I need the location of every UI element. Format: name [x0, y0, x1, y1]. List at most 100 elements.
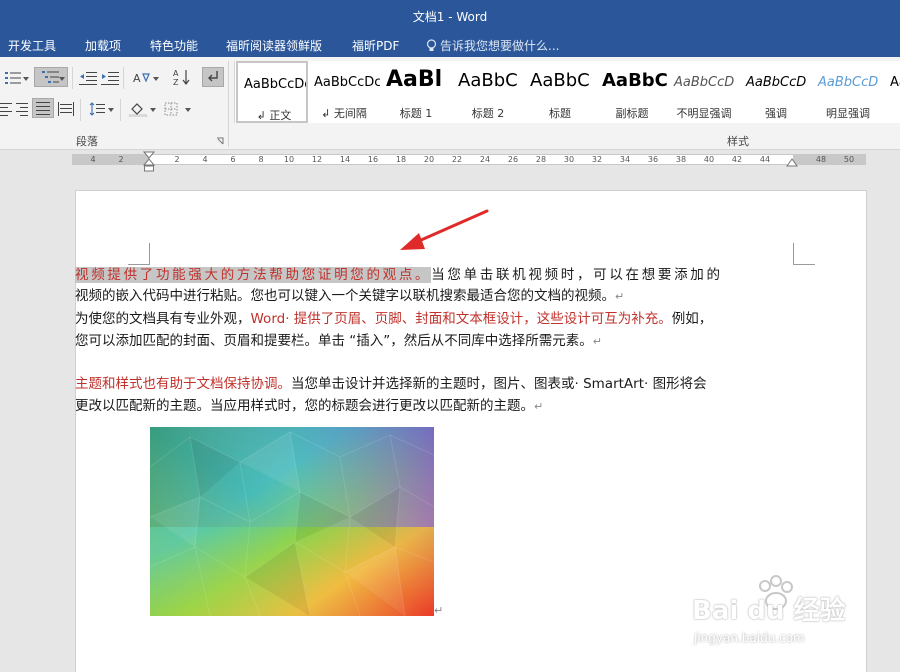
borders-icon	[164, 102, 178, 116]
indent-marker-icon[interactable]	[143, 150, 155, 172]
ruler-number: 24	[479, 155, 491, 164]
borders-dropdown-icon[interactable]	[185, 108, 191, 112]
style-name: 标题	[549, 107, 571, 120]
ruler-number: 38	[675, 155, 687, 164]
ruler-number: 44	[759, 155, 771, 164]
justify-icon	[36, 102, 50, 115]
line-spacing-button[interactable]	[86, 99, 108, 119]
style-normal[interactable]: AaBbCcDc ↲ 正文	[236, 61, 308, 123]
ribbon: A AZ 段落 AaBbCcDc ↲ 正文 AaBbCcDc ↲ 无间隔 AaB…	[0, 57, 900, 150]
ruler-number: 42	[731, 155, 743, 164]
style-sample: AaBbC	[602, 70, 668, 91]
borders-button[interactable]	[160, 99, 182, 119]
paragraph-mark: ↵	[615, 290, 625, 303]
numbered-list-icon	[5, 72, 21, 84]
distributed-button[interactable]	[55, 99, 77, 119]
tab-foxit-pdf[interactable]: 福昕PDF	[352, 37, 399, 54]
align-right-button[interactable]	[10, 99, 32, 119]
style-subtle-emphasis[interactable]: AaBbCcD 不明显强调	[668, 61, 740, 123]
chinese-layout-button[interactable]: A	[131, 68, 153, 88]
style-sample: AaBbCcDc	[314, 75, 380, 90]
sort-icon: AZ	[173, 69, 190, 86]
ruler-number: 16	[367, 155, 379, 164]
ruler-number: 4	[202, 155, 208, 164]
paragraph-mark: ↵	[534, 399, 544, 413]
paragraph-group-label: 段落	[76, 135, 98, 148]
multilevel-list-icon	[42, 71, 59, 83]
style-name: ↲ 正文	[256, 109, 292, 122]
red-text: 主题和样式也有助于文档保持协调。	[75, 376, 291, 392]
svg-text:A: A	[173, 69, 179, 78]
ruler-number: 30	[563, 155, 575, 164]
style-title[interactable]: AaBbC 标题	[524, 61, 596, 123]
tab-foxit-reader[interactable]: 福昕阅读器领鲜版	[226, 37, 322, 54]
watermark-logo: Bai du 经验	[692, 596, 846, 626]
style-heading-1[interactable]: AaBl 标题 1	[380, 61, 452, 123]
style-sample: Aa	[890, 75, 900, 90]
sort-button[interactable]: AZ	[171, 67, 193, 87]
ruler-number: 8	[258, 155, 264, 164]
ruler-number: 28	[535, 155, 547, 164]
paragraph-2[interactable]: 为使您的文档具有专业外观，Word· 提供了页眉、页脚、封面和文本框设计，这些设…	[75, 309, 720, 352]
ribbon-tabs: 开发工具 加载项 特色功能 福昕阅读器领鲜版 福昕PDF 告诉我您想要做什么..…	[0, 33, 900, 57]
horizontal-ruler[interactable]: 4 2 2 4 6 8 10 12 14 16 18 20 22 24 26 2…	[72, 154, 866, 165]
watermark-url: jingyan.baidu.com	[694, 631, 805, 645]
svg-text:A: A	[133, 72, 141, 85]
ruler-number: 48	[815, 155, 827, 164]
paragraph-mark: ↵	[592, 334, 602, 348]
tab-special-features[interactable]: 特色功能	[150, 37, 198, 54]
decrease-indent-button[interactable]	[77, 68, 99, 88]
style-intense-emphasis[interactable]: AaBbCcD 明显强调	[812, 61, 884, 123]
line-spacing-icon	[89, 102, 105, 116]
ruler-bar: 4 2 2 4 6 8 10 12 14 16 18 20 22 24 26 2…	[0, 150, 900, 172]
inline-picture[interactable]	[150, 427, 434, 616]
ruler-number: 34	[619, 155, 631, 164]
style-subtitle[interactable]: AaBbC 副标题	[596, 61, 668, 123]
ribbon-separator	[120, 99, 121, 121]
styles-gallery: AaBbCcDc ↲ 正文 AaBbCcDc ↲ 无间隔 AaBl 标题 1 A…	[234, 61, 900, 123]
ruler-number: 20	[423, 155, 435, 164]
align-right-icon	[16, 103, 28, 116]
show-formatting-marks-button[interactable]	[202, 67, 224, 87]
crop-mark	[793, 243, 815, 265]
paragraph-text: 为使您的文档具有专业外观，	[75, 311, 251, 327]
numbering-list-button[interactable]	[2, 68, 24, 88]
multilevel-dropdown-icon[interactable]	[59, 77, 65, 81]
justify-button[interactable]	[32, 98, 54, 118]
increase-indent-icon	[101, 72, 119, 85]
style-heading-2[interactable]: AaBbC 标题 2	[452, 61, 524, 123]
line-spacing-dropdown-icon[interactable]	[108, 108, 114, 112]
styles-group-label: 样式	[727, 135, 749, 148]
style-name: 不明显强调	[676, 107, 732, 120]
paragraph-text: 视频的嵌入代码中进行粘贴。您也可以键入一个关键字以联机搜索最适合您的文档的视频。	[75, 288, 615, 304]
ribbon-separator	[72, 67, 73, 89]
distributed-icon	[58, 102, 74, 116]
shading-dropdown-icon[interactable]	[150, 108, 156, 112]
tell-me-box[interactable]: 告诉我您想要做什么...	[426, 37, 559, 54]
style-no-spacing[interactable]: AaBbCcDc ↲ 无间隔	[308, 61, 380, 123]
ruler-number: 32	[591, 155, 603, 164]
ribbon-separator	[80, 99, 81, 121]
style-emphasis[interactable]: AaBbCcD 强调	[740, 61, 812, 123]
style-name: 强调	[765, 107, 787, 120]
lightbulb-icon	[426, 39, 437, 51]
increase-indent-button[interactable]	[99, 68, 121, 88]
tab-developer[interactable]: 开发工具	[8, 37, 56, 54]
ruler-number: 22	[451, 155, 463, 164]
paragraph-text: 当您单击联机视频时，可以在想要添加的	[431, 267, 721, 283]
numbering-dropdown-icon[interactable]	[23, 77, 29, 81]
ruler-number: 10	[283, 155, 295, 164]
style-more[interactable]: Aa	[884, 61, 900, 123]
chinese-layout-dropdown-icon[interactable]	[153, 77, 159, 81]
right-indent-marker-icon[interactable]	[786, 157, 798, 167]
paragraph-1-line-2[interactable]: 视频的嵌入代码中进行粘贴。您也可以键入一个关键字以联机搜索最适合您的文档的视频。…	[75, 286, 720, 308]
shading-button[interactable]	[127, 99, 149, 119]
svg-text:Z: Z	[173, 78, 179, 86]
tab-addins[interactable]: 加载项	[85, 37, 121, 54]
selected-text[interactable]: 视频提供了功能强大的方法帮助您证明您的观点。	[75, 267, 432, 283]
paragraph-1-line-1[interactable]: 视频提供了功能强大的方法帮助您证明您的观点。当您单击联机视频时，可以在想要添加的	[75, 265, 720, 287]
paragraph-3[interactable]: 主题和样式也有助于文档保持协调。当您单击设计并选择新的主题时，图片、图表或· S…	[75, 374, 720, 417]
group-separator	[228, 61, 229, 147]
dialog-launcher-icon[interactable]	[216, 137, 224, 145]
ruler-number: 36	[647, 155, 659, 164]
